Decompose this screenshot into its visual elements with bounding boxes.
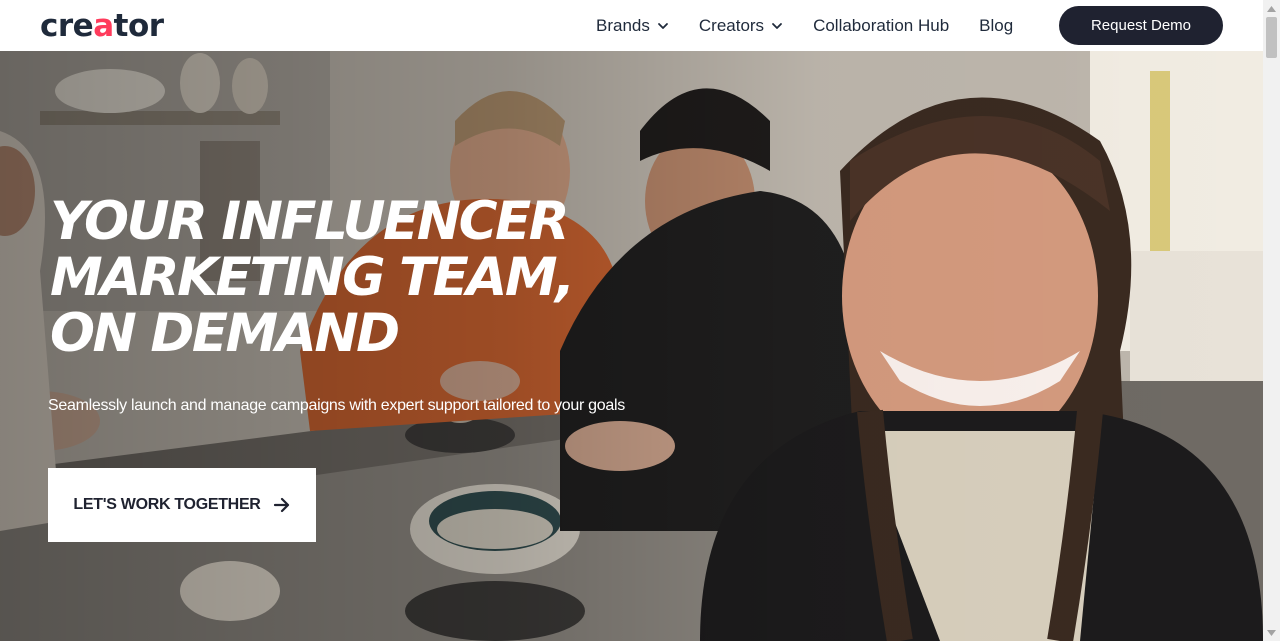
headline-line: YOUR INFLUENCER: [50, 191, 570, 252]
scroll-down-arrow-icon[interactable]: [1263, 624, 1280, 641]
nav-item-brands[interactable]: Brands: [596, 16, 669, 36]
nav-item-creators[interactable]: Creators: [699, 16, 783, 36]
logo-text-accent: a: [93, 7, 114, 44]
hero-subtext: Seamlessly launch and manage campaigns w…: [48, 397, 625, 414]
arrow-right-icon: [273, 497, 289, 513]
cta-label: LET'S WORK TOGETHER: [73, 496, 261, 513]
creator-logo[interactable]: cre a tor: [40, 9, 164, 43]
logo-text-start: cre: [40, 7, 94, 44]
lets-work-together-button[interactable]: LET'S WORK TOGETHER: [48, 468, 316, 542]
nav-item-label: Brands: [596, 15, 650, 35]
scrollbar-thumb[interactable]: [1266, 17, 1277, 58]
nav-item-collaboration-hub[interactable]: Collaboration Hub: [813, 16, 949, 36]
request-demo-button[interactable]: Request Demo: [1059, 6, 1223, 45]
headline-line: ON DEMAND: [50, 303, 400, 364]
nav-item-label: Creators: [698, 15, 765, 35]
top-navbar: cre a tor Brands Creators Collaboration Hu…: [0, 0, 1263, 51]
logo-text-end: tor: [113, 7, 164, 44]
nav-item-label: Blog: [979, 15, 1014, 35]
page-scrollbar[interactable]: [1263, 0, 1280, 641]
main-nav: Brands Creators Collaboration Hub Blog: [596, 0, 1043, 51]
headline-line: MARKETING TEAM,: [50, 247, 575, 308]
hero-section: YOUR INFLUENCER MARKETING TEAM, ON DEMAN…: [0, 51, 1263, 641]
hero-headline: YOUR INFLUENCER MARKETING TEAM, ON DEMAN…: [50, 194, 690, 362]
nav-item-label: Collaboration Hub: [813, 15, 950, 35]
chevron-down-icon: [772, 22, 782, 29]
chevron-down-icon: [657, 22, 668, 29]
nav-item-blog[interactable]: Blog: [979, 16, 1013, 36]
scroll-up-arrow-icon[interactable]: [1263, 0, 1280, 17]
